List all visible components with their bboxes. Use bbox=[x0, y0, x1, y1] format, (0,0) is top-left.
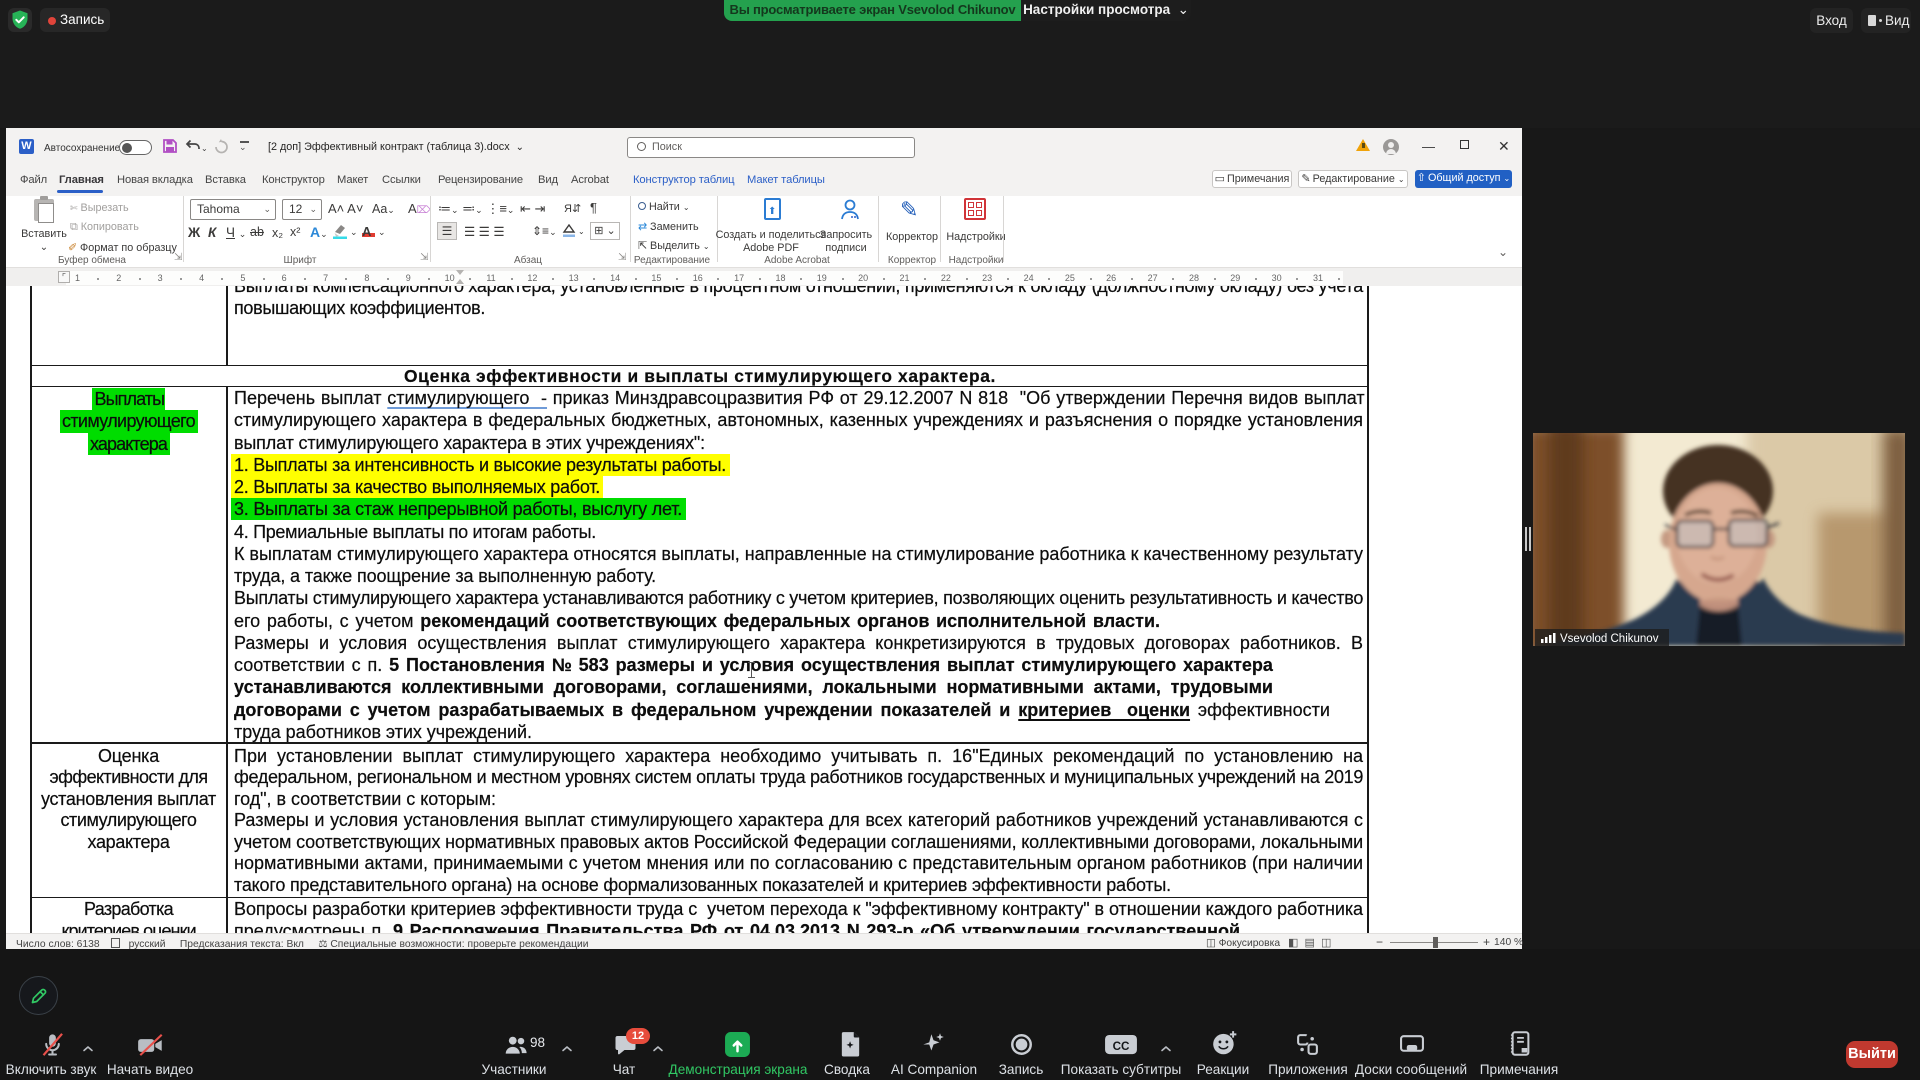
svg-text:CC: CC bbox=[1113, 1040, 1130, 1053]
svg-text:Vsevolod Chikunov: Vsevolod Chikunov bbox=[1560, 633, 1659, 645]
